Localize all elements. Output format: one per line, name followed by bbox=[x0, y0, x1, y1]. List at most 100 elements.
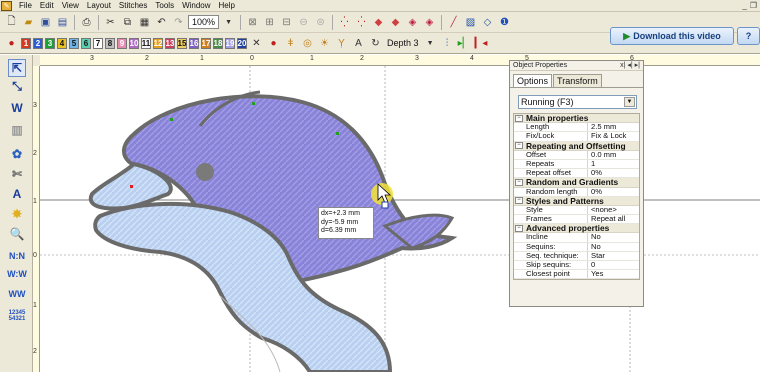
copy-icon[interactable]: ⧉ bbox=[120, 15, 135, 30]
node-handle[interactable] bbox=[381, 201, 389, 209]
property-section[interactable]: − Repeating and Offsetting bbox=[514, 141, 639, 151]
shape-tool-icon[interactable]: ◇ bbox=[480, 15, 495, 30]
menu-edit[interactable]: Edit bbox=[36, 0, 58, 11]
property-row[interactable]: Offset 0.0 mm bbox=[514, 150, 639, 160]
color-swatch[interactable]: 13 bbox=[165, 37, 175, 49]
paste-icon[interactable]: ▦ bbox=[137, 15, 152, 30]
color-swatch[interactable]: 1 bbox=[21, 37, 31, 49]
jump-forward-icon[interactable]: ◈ bbox=[422, 15, 437, 30]
line-tool-icon[interactable]: ╱ bbox=[446, 15, 461, 30]
property-value[interactable]: 0% bbox=[588, 169, 634, 177]
property-value[interactable]: Fix & Lock bbox=[588, 132, 634, 140]
zoom-dropdown-icon[interactable]: ▼ bbox=[221, 15, 236, 30]
node-marker[interactable] bbox=[336, 132, 339, 135]
align-icon[interactable]: ⫶ bbox=[440, 36, 455, 51]
step-forward-icon[interactable]: ◆ bbox=[388, 15, 403, 30]
tab-transform[interactable]: Transform bbox=[553, 74, 602, 87]
show-icon[interactable]: ⊜ bbox=[313, 15, 328, 30]
color-swatch[interactable]: 8 bbox=[105, 37, 115, 49]
property-value[interactable]: <none> bbox=[588, 206, 634, 214]
stitch-forward-icon[interactable]: ⁛ bbox=[354, 15, 369, 30]
y-tool-icon[interactable]: Ỵ bbox=[334, 36, 349, 51]
new-file-icon[interactable]: 🗋 bbox=[4, 15, 19, 30]
property-value[interactable]: 0% bbox=[588, 188, 634, 196]
design-canvas[interactable] bbox=[40, 66, 760, 372]
color-swatch[interactable]: 19 bbox=[225, 37, 235, 49]
collapse-icon[interactable]: − bbox=[515, 197, 523, 205]
record-icon[interactable]: ● bbox=[266, 36, 281, 51]
color-swatch[interactable]: 6 bbox=[81, 37, 91, 49]
fill-tool-icon[interactable]: ▨ bbox=[463, 15, 478, 30]
property-value[interactable]: 2.5 mm bbox=[588, 123, 634, 131]
knife-tool-icon[interactable]: ✄ bbox=[8, 165, 26, 183]
color-swatch[interactable]: 12 bbox=[153, 37, 163, 49]
monogram-tool-icon[interactable]: N:N bbox=[8, 247, 26, 265]
hide-icon[interactable]: ⊖ bbox=[296, 15, 311, 30]
step-back-icon[interactable]: ◆ bbox=[371, 15, 386, 30]
property-section[interactable]: − Styles and Patterns bbox=[514, 196, 639, 206]
color-swatch[interactable]: 7 bbox=[93, 37, 103, 49]
property-row[interactable]: Style <none> bbox=[514, 205, 639, 216]
select-tool-icon[interactable]: ⇱ bbox=[8, 59, 26, 77]
color-swatch[interactable]: 11 bbox=[141, 37, 151, 49]
color-swatch[interactable]: 18 bbox=[213, 37, 223, 49]
property-row[interactable]: Repeats 1 bbox=[514, 159, 639, 170]
property-value[interactable]: Yes bbox=[588, 270, 634, 278]
download-video-button[interactable]: ▶ Download this video bbox=[610, 27, 734, 45]
color-swatch[interactable]: 3 bbox=[45, 37, 55, 49]
zoom-select[interactable]: 100% bbox=[188, 15, 220, 29]
property-value[interactable]: 0 bbox=[588, 261, 634, 269]
color-swatch[interactable]: 5 bbox=[69, 37, 79, 49]
tab-options[interactable]: Options bbox=[513, 74, 553, 87]
thread-icon[interactable]: ✕ bbox=[249, 36, 264, 51]
object-properties-title-bar[interactable]: Object Properties x| ◂| ▸| bbox=[510, 61, 643, 71]
chevron-down-icon[interactable]: ▼ bbox=[624, 97, 635, 107]
menu-stitches[interactable]: Stitches bbox=[115, 0, 151, 11]
collapse-icon[interactable]: − bbox=[515, 224, 523, 232]
jump-back-icon[interactable]: ◈ bbox=[405, 15, 420, 30]
property-row[interactable]: Skip sequins: 0 bbox=[514, 261, 639, 271]
needle-icon[interactable]: ǂ bbox=[283, 36, 298, 51]
color-swatch[interactable]: 10 bbox=[129, 37, 139, 49]
zoom-page-icon[interactable]: ⊟ bbox=[279, 15, 294, 30]
property-row[interactable]: Closest point Yes bbox=[514, 270, 639, 280]
save-icon[interactable]: ▣ bbox=[38, 15, 53, 30]
stitch-type-select[interactable]: Running (F3) ▼ bbox=[518, 95, 637, 109]
chevron-down-icon[interactable]: ▼ bbox=[423, 36, 438, 51]
property-row[interactable]: Seq. technique: Star bbox=[514, 251, 639, 261]
app-icon[interactable]: ✎ bbox=[1, 0, 12, 11]
node-marker[interactable] bbox=[252, 102, 255, 105]
color-swatch[interactable]: 20 bbox=[237, 37, 247, 49]
rotate-icon[interactable]: ↻ bbox=[368, 36, 383, 51]
undo-icon[interactable]: ↶ bbox=[154, 15, 169, 30]
collapse-icon[interactable]: − bbox=[515, 114, 523, 122]
zoom-tool-icon[interactable]: 🔍 bbox=[8, 225, 26, 243]
help-button[interactable]: ? bbox=[737, 27, 760, 45]
cut-icon[interactable]: ✂ bbox=[103, 15, 118, 30]
property-value[interactable]: Repeat all bbox=[588, 215, 634, 223]
open-file-icon[interactable]: ▰ bbox=[21, 15, 36, 30]
number-tool-icon[interactable]: 12345 54321 bbox=[8, 307, 26, 325]
zoom-select-icon[interactable]: ⊠ bbox=[245, 15, 260, 30]
play-forward-icon[interactable]: ▸▏ bbox=[457, 36, 472, 51]
collapse-icon[interactable]: − bbox=[515, 142, 523, 150]
property-section[interactable]: − Main properties bbox=[514, 113, 639, 124]
property-value[interactable]: 0.0 mm bbox=[588, 151, 634, 159]
print-icon[interactable]: ⎙ bbox=[79, 15, 94, 30]
node-marker[interactable] bbox=[170, 118, 173, 121]
sun-icon[interactable]: ☀ bbox=[317, 36, 332, 51]
node-marker[interactable] bbox=[130, 185, 133, 188]
text-a-icon[interactable]: A bbox=[351, 36, 366, 51]
text-tool-icon[interactable]: A bbox=[8, 185, 26, 203]
property-section[interactable]: − Advanced properties bbox=[514, 223, 639, 234]
star-tool-icon[interactable]: ✸ bbox=[8, 205, 26, 223]
fill-stitch-icon[interactable]: ▥ bbox=[8, 121, 26, 139]
menu-tools[interactable]: Tools bbox=[151, 0, 178, 11]
color-swatch[interactable]: 17 bbox=[201, 37, 211, 49]
stitch-tool-icon[interactable]: W bbox=[8, 99, 26, 117]
property-value[interactable]: 1 bbox=[588, 160, 634, 168]
color-swatch[interactable]: 2 bbox=[33, 37, 43, 49]
property-value[interactable]: No bbox=[588, 243, 634, 251]
minimize-icon[interactable]: _ bbox=[742, 1, 746, 10]
color-swatch[interactable]: 9 bbox=[117, 37, 127, 49]
